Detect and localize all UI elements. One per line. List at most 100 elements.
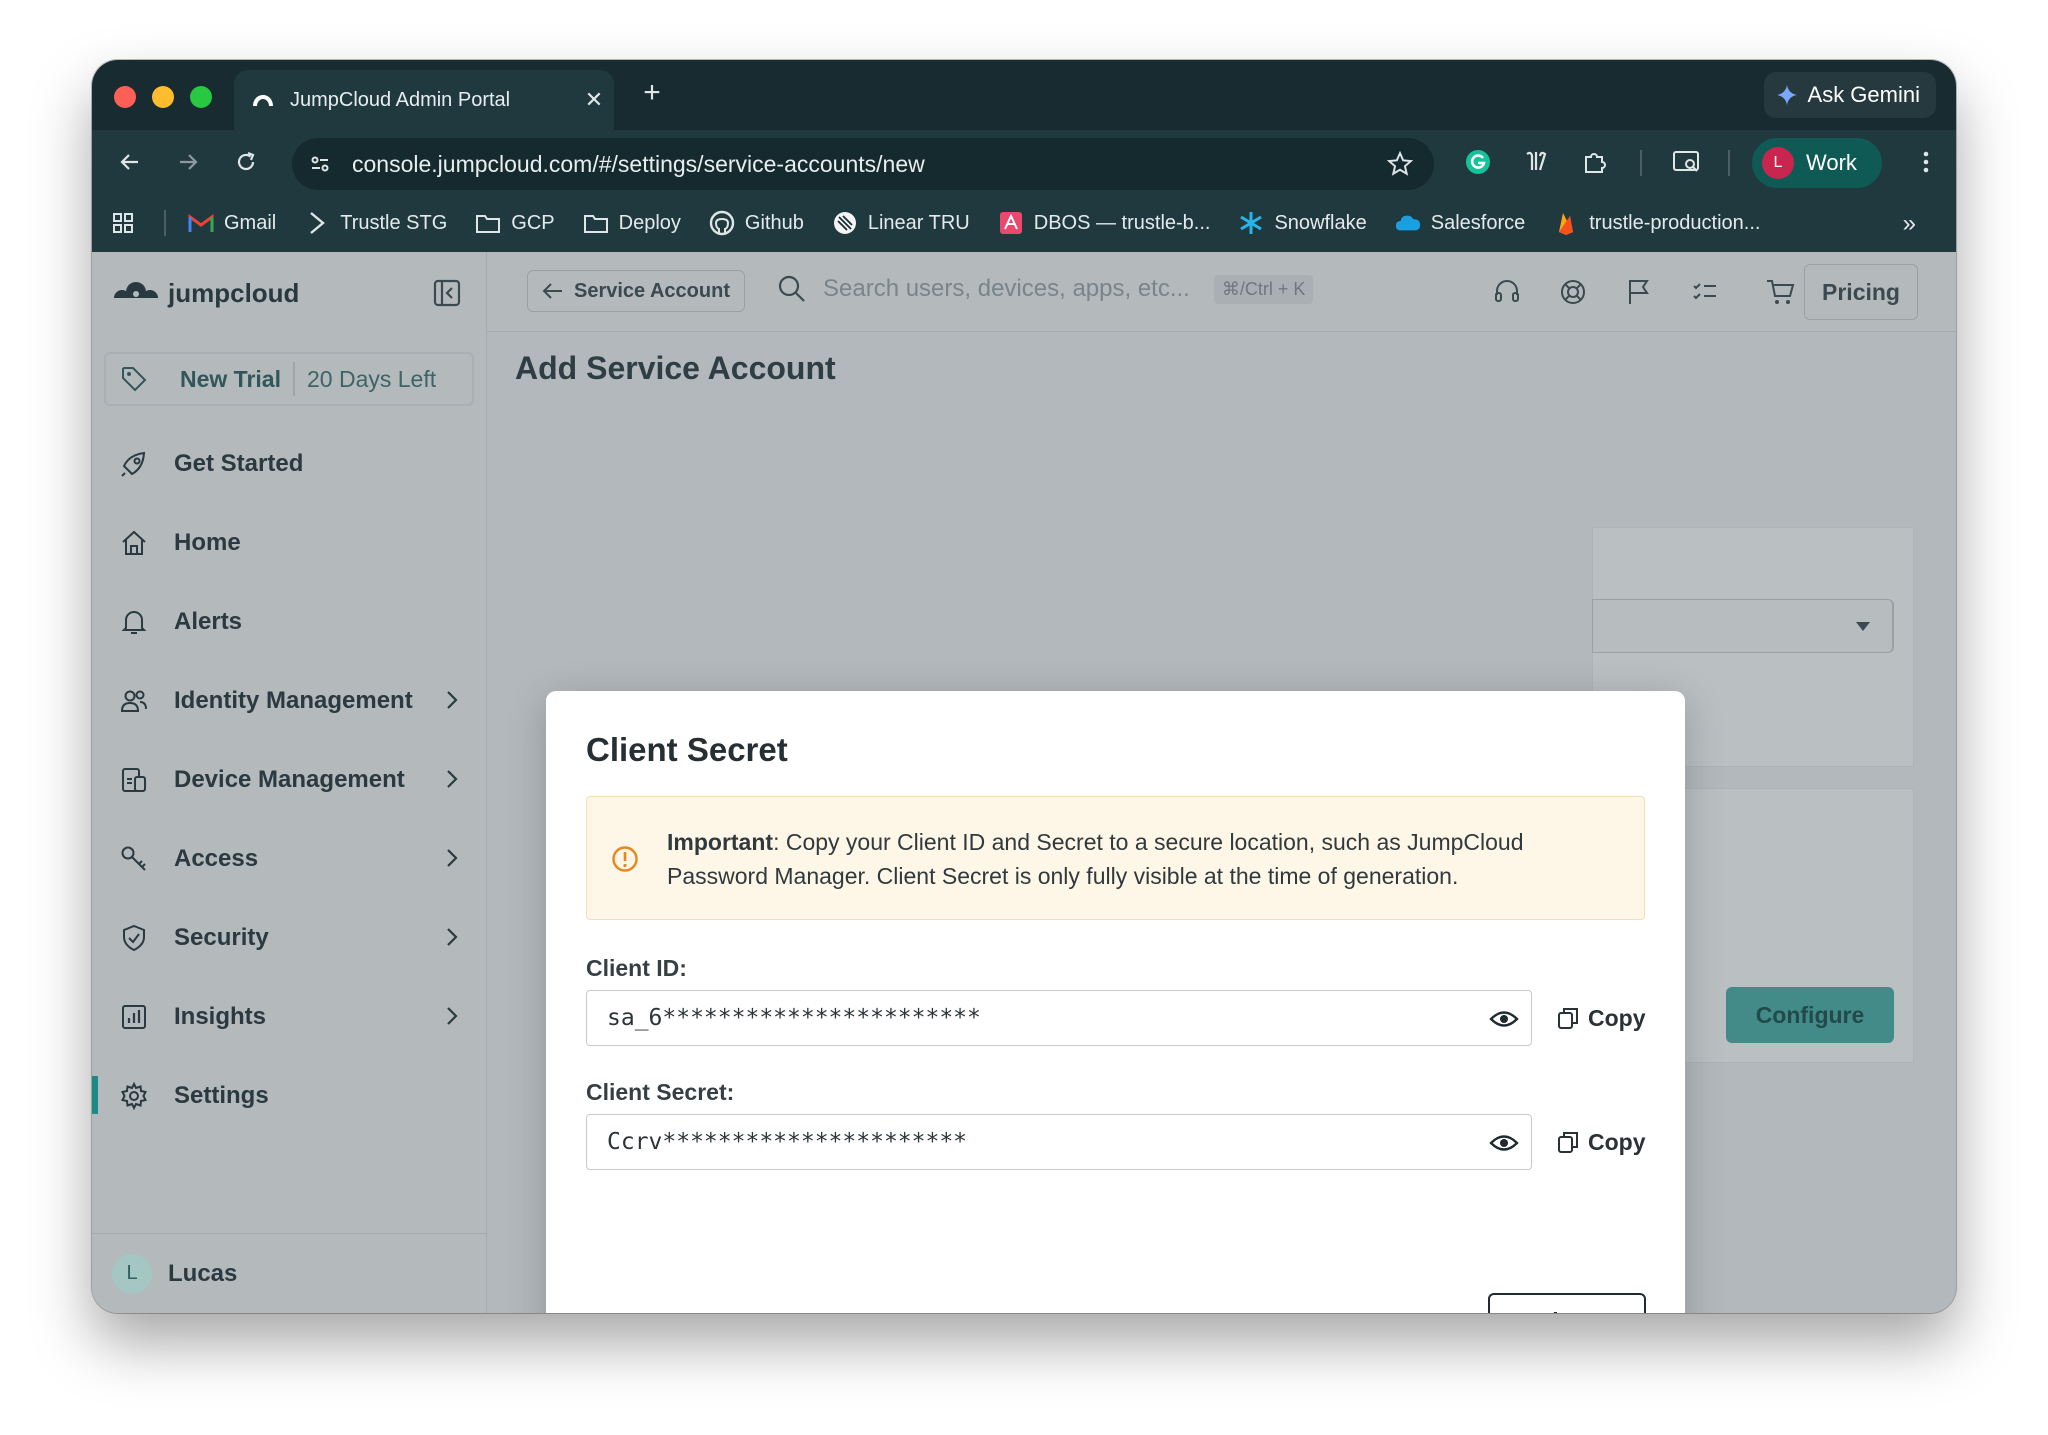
collapse-sidebar-icon[interactable] bbox=[432, 278, 462, 308]
bookmark-linear[interactable]: Linear TRU bbox=[832, 210, 970, 236]
sidebar-item-home[interactable]: Home bbox=[92, 503, 487, 582]
help-lifebuoy-icon[interactable] bbox=[1555, 274, 1591, 310]
bookmark-salesforce[interactable]: Salesforce bbox=[1395, 210, 1526, 236]
alert-text: Important: Copy your Client ID and Secre… bbox=[667, 825, 1607, 893]
browser-tab[interactable]: JumpCloud Admin Portal ✕ bbox=[234, 70, 614, 130]
profile-avatar: L bbox=[1762, 147, 1794, 179]
eye-icon[interactable] bbox=[1489, 1005, 1519, 1033]
headset-support-icon[interactable] bbox=[1489, 274, 1525, 310]
sidebar-item-settings[interactable]: Settings bbox=[92, 1056, 487, 1135]
bookmark-gmail[interactable]: Gmail bbox=[188, 210, 276, 236]
folder-icon bbox=[475, 210, 501, 236]
page-title: Add Service Account bbox=[515, 350, 836, 386]
global-search-input[interactable]: Search users, devices, apps, etc... ⌘/Ct… bbox=[777, 274, 1314, 304]
grammarly-extension-icon[interactable] bbox=[1460, 144, 1496, 180]
bookmark-deploy[interactable]: Deploy bbox=[583, 210, 681, 236]
tab-title: JumpCloud Admin Portal bbox=[290, 88, 511, 111]
sidebar-item-alerts[interactable]: Alerts bbox=[92, 582, 487, 661]
modal-title: Client Secret bbox=[586, 731, 788, 768]
bookmark-label: Snowflake bbox=[1274, 211, 1367, 234]
bookmark-label: GCP bbox=[511, 211, 555, 234]
sidebar-item-get-started[interactable]: Get Started bbox=[92, 424, 487, 503]
background-select[interactable] bbox=[1592, 599, 1894, 653]
bookmark-gcp[interactable]: GCP bbox=[475, 210, 555, 236]
more-bookmarks-icon[interactable]: » bbox=[1903, 210, 1916, 238]
copy-client-secret-button[interactable]: Copy bbox=[1556, 1122, 1656, 1162]
apps-grid-icon[interactable] bbox=[110, 210, 136, 236]
ask-gemini-button[interactable]: Ask Gemini bbox=[1763, 72, 1936, 118]
tag-icon bbox=[122, 367, 147, 392]
trial-separator bbox=[292, 362, 295, 396]
bookmark-label: Linear TRU bbox=[867, 211, 970, 234]
sidebar-item-access[interactable]: Access bbox=[92, 819, 487, 898]
tab-search-icon[interactable] bbox=[1668, 144, 1704, 180]
copy-icon bbox=[1558, 1008, 1578, 1029]
site-settings-icon[interactable] bbox=[298, 142, 342, 186]
profile-button[interactable]: L Work bbox=[1752, 138, 1882, 188]
bookmark-label: Salesforce bbox=[1430, 211, 1526, 234]
jumpcloud-favicon-icon bbox=[253, 95, 273, 106]
browser-toolbar: console.jumpcloud.com/#/settings/service… bbox=[92, 130, 1956, 194]
puzzle-extensions-icon[interactable] bbox=[1576, 144, 1612, 180]
address-bar[interactable]: console.jumpcloud.com/#/settings/service… bbox=[292, 138, 1434, 190]
sidebar-item-insights[interactable]: Insights bbox=[92, 977, 487, 1056]
reload-icon[interactable] bbox=[228, 144, 264, 180]
chevron-right-icon bbox=[447, 770, 458, 788]
minimize-window-button[interactable] bbox=[152, 86, 174, 108]
trial-label: New Trial bbox=[180, 365, 281, 392]
copy-icon bbox=[1558, 1132, 1578, 1153]
pricing-button[interactable]: Pricing bbox=[1804, 264, 1918, 320]
sidebar-item-label: Device Management bbox=[174, 765, 405, 793]
bookmark-trustle-stg[interactable]: Trustle STG bbox=[304, 210, 447, 236]
shield-icon bbox=[116, 920, 152, 956]
eye-icon[interactable] bbox=[1489, 1129, 1519, 1157]
toolbar-separator bbox=[1728, 150, 1730, 176]
user-menu[interactable]: L Lucas bbox=[92, 1233, 487, 1313]
ask-gemini-label: Ask Gemini bbox=[1807, 82, 1920, 107]
bookmark-github[interactable]: Github bbox=[709, 210, 804, 236]
chevron-right-icon bbox=[447, 849, 458, 867]
flag-icon[interactable] bbox=[1621, 274, 1657, 310]
linear-icon bbox=[832, 210, 858, 236]
bookmark-snowflake[interactable]: Snowflake bbox=[1238, 210, 1367, 236]
trial-banner[interactable]: New Trial 20 Days Left bbox=[104, 352, 474, 406]
key-icon bbox=[116, 841, 152, 877]
toolbar-separator bbox=[1640, 150, 1642, 176]
sidebar-item-security[interactable]: Security bbox=[92, 898, 487, 977]
close-tab-icon[interactable]: ✕ bbox=[574, 87, 614, 113]
bookmark-star-icon[interactable] bbox=[1380, 144, 1420, 184]
cart-icon[interactable] bbox=[1763, 274, 1799, 310]
client-id-value: sa_6*********************** bbox=[607, 1005, 981, 1031]
home-icon bbox=[116, 525, 152, 561]
close-window-button[interactable] bbox=[114, 86, 136, 108]
sidebar-item-identity-management[interactable]: Identity Management bbox=[92, 661, 487, 740]
back-to-service-account-button[interactable]: Service Account bbox=[527, 270, 745, 312]
client-id-field[interactable]: sa_6*********************** bbox=[586, 990, 1532, 1046]
bookmark-dbos[interactable]: DBOS — trustle-b... bbox=[998, 210, 1210, 236]
bookmark-trustle-production[interactable]: trustle-production... bbox=[1553, 210, 1760, 236]
configure-button[interactable]: Configure bbox=[1726, 987, 1894, 1043]
sidebar: jumpcloud New Trial 20 Days Left Get Sta… bbox=[92, 252, 487, 1313]
close-button[interactable]: Close bbox=[1488, 1293, 1646, 1313]
jumpcloud-logo[interactable]: jumpcloud bbox=[110, 278, 299, 309]
extension-icon[interactable] bbox=[1518, 144, 1554, 180]
client-secret-field[interactable]: Ccrv********************** bbox=[586, 1114, 1532, 1170]
bookmark-label: Gmail bbox=[224, 211, 277, 234]
forward-arrow-icon[interactable] bbox=[170, 144, 206, 180]
copy-client-id-button[interactable]: Copy bbox=[1556, 998, 1656, 1038]
sidebar-item-label: Access bbox=[174, 844, 259, 872]
sidebar-item-label: Get Started bbox=[174, 449, 304, 477]
maximize-window-button[interactable] bbox=[190, 86, 212, 108]
kebab-menu-icon[interactable] bbox=[1914, 144, 1938, 180]
checklist-icon[interactable] bbox=[1687, 274, 1723, 310]
snowflake-icon bbox=[1238, 210, 1264, 236]
search-placeholder: Search users, devices, apps, etc... bbox=[823, 275, 1190, 302]
new-tab-button[interactable]: + bbox=[632, 76, 672, 110]
back-arrow-icon[interactable] bbox=[112, 144, 148, 180]
browser-window: JumpCloud Admin Portal ✕ + Ask Gemini co… bbox=[92, 60, 1956, 1313]
search-shortcut: ⌘/Ctrl + K bbox=[1213, 274, 1314, 304]
sidebar-item-device-management[interactable]: Device Management bbox=[92, 740, 487, 819]
sidebar-item-label: Identity Management bbox=[174, 686, 413, 714]
sidebar-item-label: Settings bbox=[174, 1081, 269, 1109]
app-topbar: Service Account Search users, devices, a… bbox=[487, 252, 1956, 332]
